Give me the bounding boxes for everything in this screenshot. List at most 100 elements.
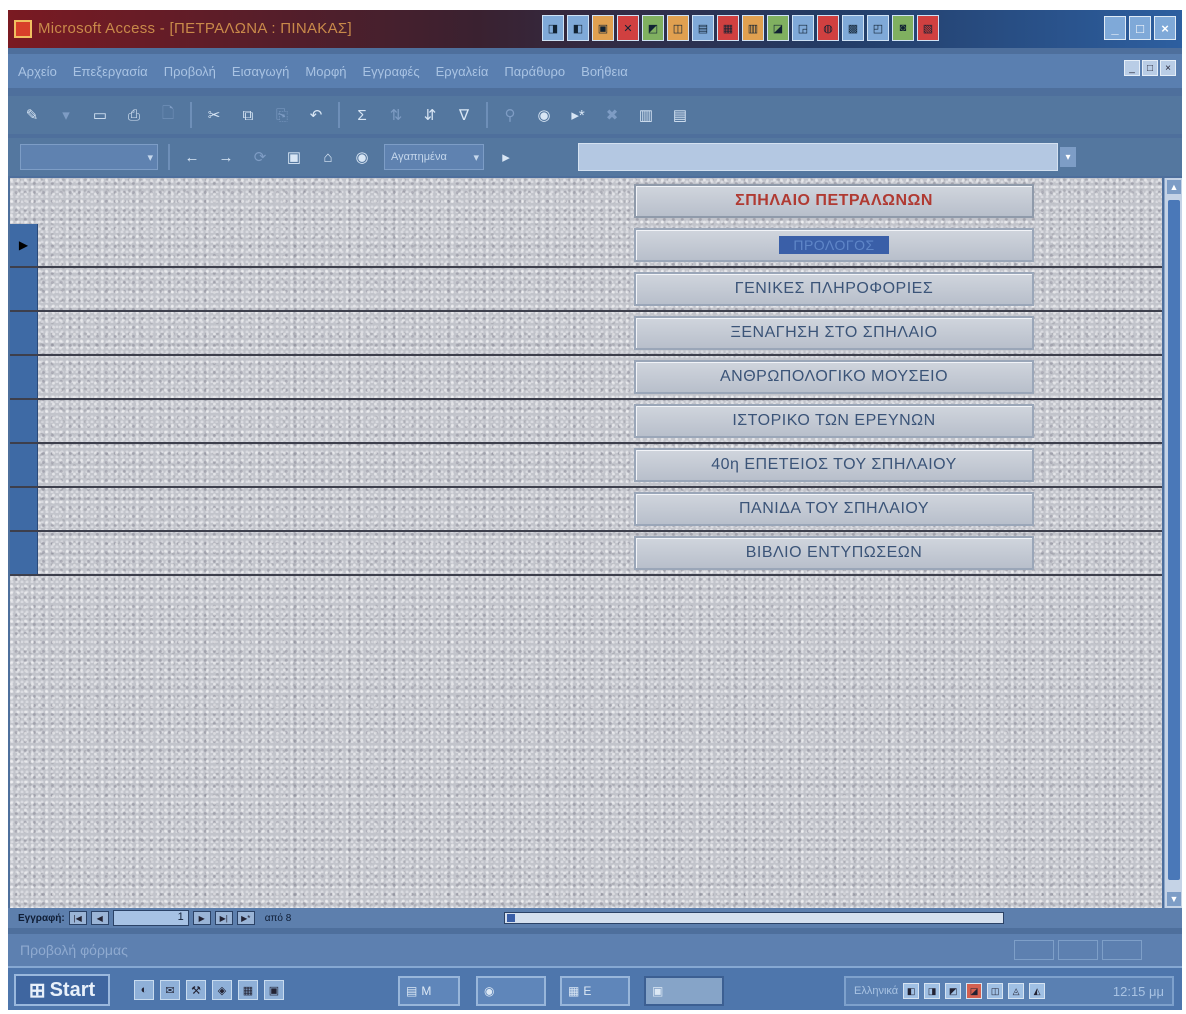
sort-descending-icon[interactable]: ⇵	[418, 103, 442, 127]
title-quick-icon[interactable]: ◲	[792, 15, 814, 41]
cave-title-button[interactable]: ΣΠΗΛΑΙΟ ΠΕΤΡΑΛΩΝΩΝ	[634, 184, 1034, 218]
refresh-icon[interactable]: ⟳	[248, 145, 272, 169]
window-icon[interactable]: ▣	[264, 980, 284, 1000]
menu-option-button[interactable]: ΞΕΝΑΓΗΣΗ ΣΤΟ ΣΠΗΛΑΙΟ	[634, 316, 1034, 350]
first-record-button[interactable]: |◀	[68, 911, 87, 925]
address-dropdown-icon[interactable]: ▾	[1060, 147, 1076, 167]
print-icon[interactable]: ⎙	[122, 103, 146, 127]
title-quick-icon[interactable]: ▤	[692, 15, 714, 41]
favorites-dropdown[interactable]: Αγαπημένα ▾	[384, 144, 484, 170]
horizontal-scroll-thumb[interactable]	[507, 914, 515, 922]
title-quick-icon[interactable]: ◰	[867, 15, 889, 41]
go-icon[interactable]: ▸	[494, 145, 518, 169]
maximize-button[interactable]: □	[1129, 16, 1151, 40]
tray-icon[interactable]: ◭	[1029, 983, 1046, 999]
last-record-button[interactable]: ▶|	[214, 911, 233, 925]
record-selector[interactable]	[10, 488, 38, 530]
title-quick-icon[interactable]: ◫	[667, 15, 689, 41]
clock[interactable]: 12:15 μμ	[1113, 984, 1164, 999]
next-record-button[interactable]: ▶	[192, 911, 211, 925]
taskbar-task-1[interactable]: ▤ M	[398, 976, 460, 1006]
title-quick-icon[interactable]: ◪	[767, 15, 789, 41]
record-selector[interactable]	[10, 400, 38, 442]
title-quick-icon[interactable]: ▩	[842, 15, 864, 41]
tray-icon[interactable]: ◫	[987, 983, 1004, 999]
language-indicator[interactable]: Ελληνικά	[854, 985, 898, 997]
find-icon[interactable]: ⚲	[498, 103, 522, 127]
back-arrow-icon[interactable]: ←	[180, 145, 204, 169]
tray-icon[interactable]: ◬	[1008, 983, 1025, 999]
database-window-icon[interactable]: ▥	[634, 103, 658, 127]
apply-filter-icon[interactable]: ◉	[532, 103, 556, 127]
record-selector[interactable]	[10, 532, 38, 574]
vertical-scrollbar[interactable]: ▲ ▼	[1164, 178, 1182, 908]
view-dropdown-icon[interactable]: ▾	[54, 103, 78, 127]
horizontal-scrollbar[interactable]	[504, 912, 1004, 924]
access-app-icon[interactable]	[14, 20, 32, 38]
menu-option-button[interactable]: 40η ΕΠΕΤΕΙΟΣ ΤΟΥ ΣΠΗΛΑΙΟΥ	[634, 448, 1034, 482]
filter-icon[interactable]: ∇	[452, 103, 476, 127]
scroll-down-icon[interactable]: ▼	[1167, 892, 1181, 906]
scroll-thumb[interactable]	[1168, 200, 1180, 880]
menu-item-window[interactable]: Παράθυρο	[504, 64, 565, 79]
print-preview-icon[interactable]: 🗋	[156, 103, 180, 127]
scroll-up-icon[interactable]: ▲	[1167, 180, 1181, 194]
start-button[interactable]: ⊞ Start	[14, 974, 110, 1006]
title-quick-icon[interactable]: ◨	[542, 15, 564, 41]
desktop-icon[interactable]: ◐	[134, 980, 154, 1000]
close-button[interactable]: ×	[1154, 16, 1176, 40]
title-quick-icon[interactable]: ◙	[892, 15, 914, 41]
doc-minimize-button[interactable]: _	[1124, 60, 1140, 76]
record-selector[interactable]	[10, 268, 38, 310]
menu-item-edit[interactable]: Επεξεργασία	[73, 64, 148, 79]
title-quick-icon[interactable]: ▥	[742, 15, 764, 41]
save-icon[interactable]: ▭	[88, 103, 112, 127]
menu-option-button[interactable]: ΠΑΝΙΔΑ ΤΟΥ ΣΠΗΛΑΙΟΥ	[634, 492, 1034, 526]
title-quick-icon[interactable]: ◩	[642, 15, 664, 41]
address-input[interactable]	[578, 143, 1058, 171]
title-quick-icon[interactable]: ▧	[917, 15, 939, 41]
browser-icon[interactable]: ◈	[212, 980, 232, 1000]
taskbar-task-2[interactable]: ◉	[476, 976, 546, 1006]
view-icon[interactable]: ✎	[20, 103, 44, 127]
delete-record-icon[interactable]: ✖	[600, 103, 624, 127]
undo-icon[interactable]: ↶	[304, 103, 328, 127]
copy-icon[interactable]: ⧉	[236, 103, 260, 127]
stop-icon[interactable]: ▣	[282, 145, 306, 169]
cut-icon[interactable]: ✂	[202, 103, 226, 127]
forward-arrow-icon[interactable]: →	[214, 145, 238, 169]
record-selector[interactable]	[10, 444, 38, 486]
record-selector[interactable]	[10, 312, 38, 354]
previous-record-button[interactable]: ◀	[90, 911, 109, 925]
menu-option-button[interactable]: ΓΕΝΙΚΕΣ ΠΛΗΡΟΦΟΡΙΕΣ	[634, 272, 1034, 306]
menu-item-file[interactable]: Αρχείο	[18, 64, 57, 79]
prologue-button[interactable]: ΠΡΟΛΟΓΟΣ	[634, 228, 1034, 262]
title-quick-icon[interactable]: ✕	[617, 15, 639, 41]
mail-icon[interactable]: ✉	[160, 980, 180, 1000]
title-quick-icon[interactable]: ◧	[567, 15, 589, 41]
title-quick-icon[interactable]: ▣	[592, 15, 614, 41]
new-record-icon[interactable]: ▸*	[566, 103, 590, 127]
new-object-icon[interactable]: ▤	[668, 103, 692, 127]
record-selector[interactable]: ▶	[10, 224, 38, 266]
home-icon[interactable]: ⌂	[316, 145, 340, 169]
grid-icon[interactable]: ▦	[238, 980, 258, 1000]
menu-item-help[interactable]: Βοήθεια	[581, 64, 628, 79]
doc-close-button[interactable]: ×	[1160, 60, 1176, 76]
title-quick-icon[interactable]: ◍	[817, 15, 839, 41]
toolbar-combo[interactable]: ▾	[20, 144, 158, 170]
tray-icon[interactable]: ◪	[966, 983, 983, 999]
tray-icon[interactable]: ◩	[945, 983, 962, 999]
sort-ascending-icon[interactable]: ⇅	[384, 103, 408, 127]
menu-item-tools[interactable]: Εργαλεία	[436, 64, 489, 79]
tray-icon[interactable]: ◧	[903, 983, 920, 999]
doc-restore-button[interactable]: □	[1142, 60, 1158, 76]
tray-icon[interactable]: ◨	[924, 983, 941, 999]
taskbar-task-access-active[interactable]: ▣	[644, 976, 724, 1006]
menu-item-insert[interactable]: Εισαγωγή	[232, 64, 289, 79]
menu-item-format[interactable]: Μορφή	[305, 64, 346, 79]
menu-item-records[interactable]: Εγγραφές	[363, 64, 420, 79]
menu-option-button[interactable]: ΒΙΒΛΙΟ ΕΝΤΥΠΩΣΕΩΝ	[634, 536, 1034, 570]
taskbar-task-3[interactable]: ▦ E	[560, 976, 630, 1006]
search-web-icon[interactable]: ◉	[350, 145, 374, 169]
